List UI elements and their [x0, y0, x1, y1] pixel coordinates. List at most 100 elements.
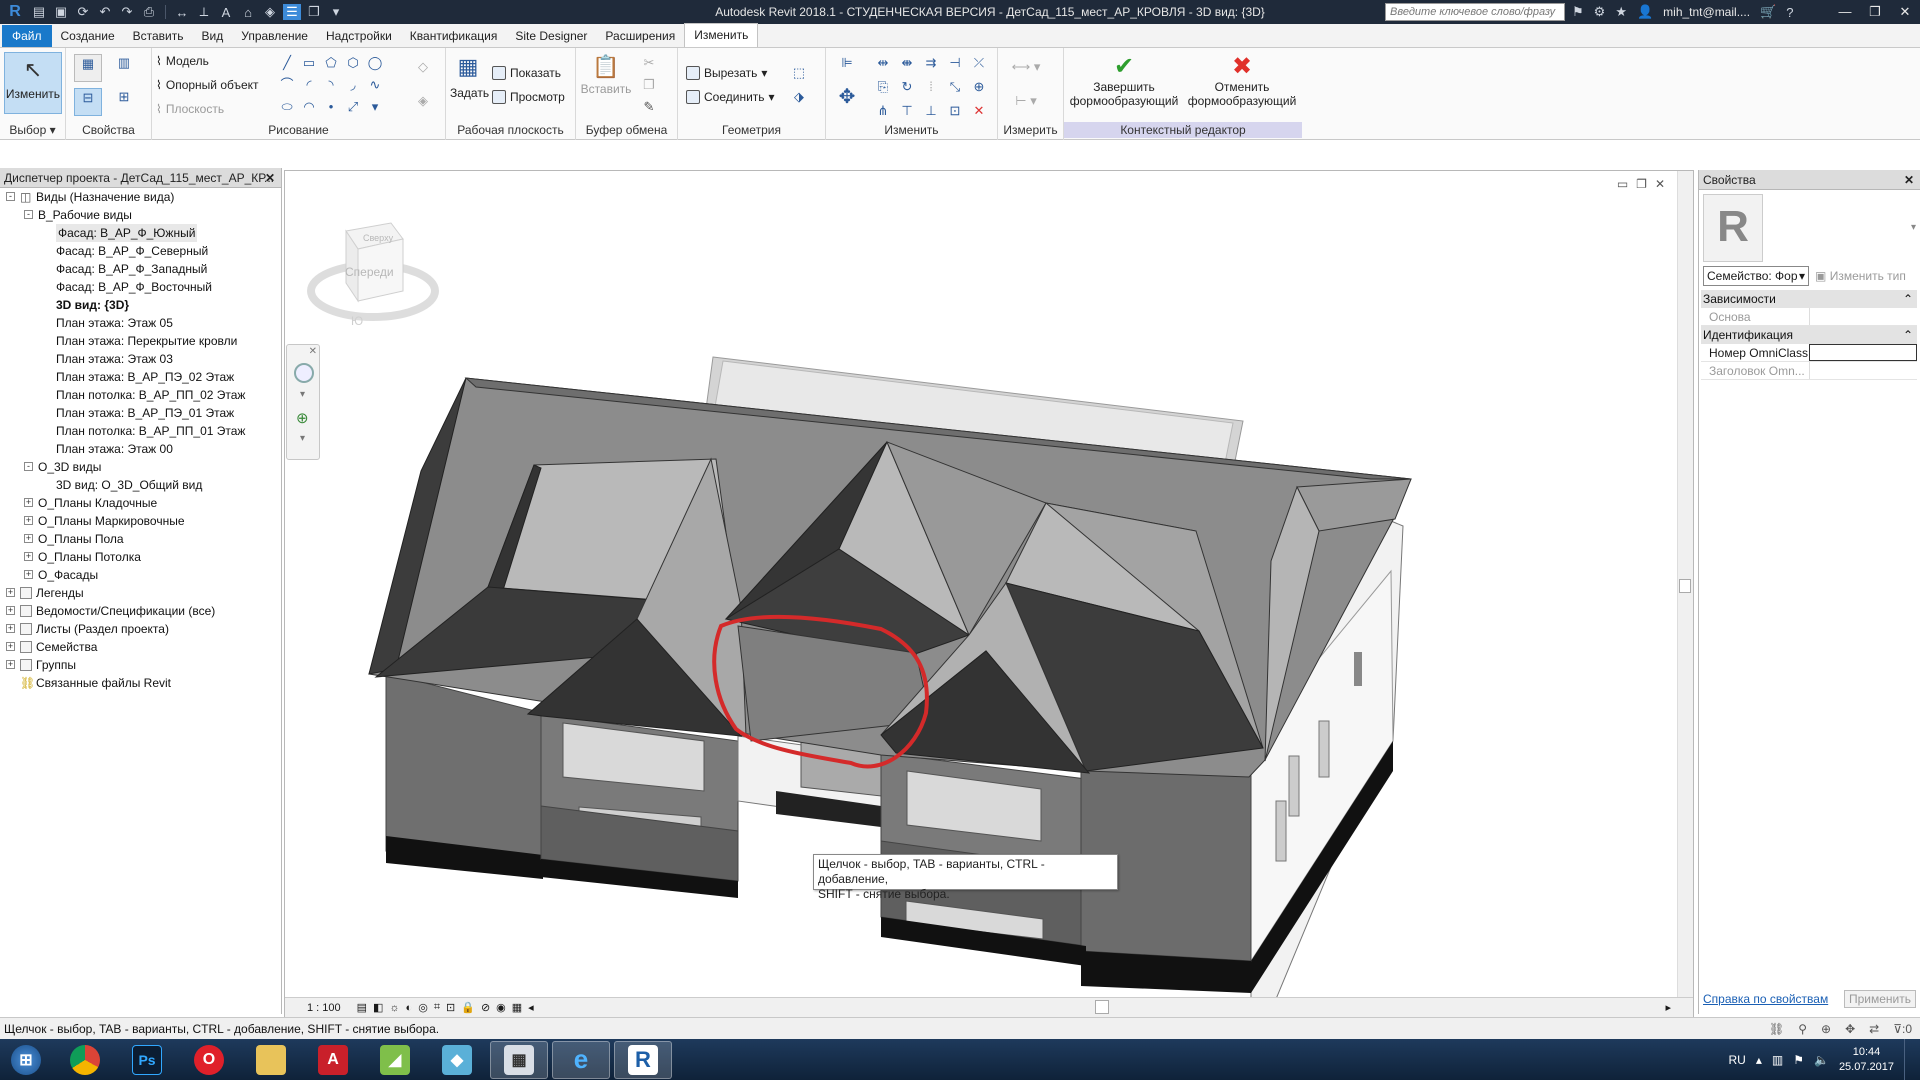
undo-icon[interactable]: ↶ [96, 4, 114, 20]
mirror-draw-icon[interactable]: ⇼ [898, 54, 916, 72]
collapse-icon[interactable]: - [24, 210, 33, 219]
collapse-icon[interactable]: - [24, 462, 33, 471]
properties-help-link[interactable]: Справка по свойствам [1703, 992, 1828, 1006]
redo-icon[interactable]: ↷ [118, 4, 136, 20]
tab-manage[interactable]: Управление [232, 25, 317, 47]
tree-node[interactable]: + О_Планы Пола [0, 530, 281, 548]
expand-icon[interactable]: + [6, 642, 15, 651]
tree-node[interactable]: + О_Планы Кладочные [0, 494, 281, 512]
section-constraints[interactable]: Зависимости ⌃ [1701, 290, 1917, 308]
tab-file[interactable]: Файл [2, 25, 52, 47]
partial-ellipse-icon[interactable]: ◠ [300, 98, 318, 116]
dimension-icon[interactable]: ⟂ [195, 4, 213, 20]
user-name[interactable]: mih_tnt@mail.... [1663, 5, 1750, 19]
clock[interactable]: 10:44 25.07.2017 [1839, 1045, 1894, 1075]
align-icon[interactable]: ⊫ [832, 54, 862, 82]
taskbar-ie[interactable]: e [552, 1040, 610, 1079]
unpin-icon[interactable]: ⊡ [946, 102, 964, 120]
dimension-tool-icon[interactable]: ⊢ ▾ [1006, 92, 1046, 110]
scroll-left-icon[interactable]: ◂ [528, 1001, 534, 1014]
cut-icon[interactable]: ✂ [640, 54, 658, 72]
model-line-tool[interactable]: ⌇ Модель [156, 54, 209, 68]
tree-node[interactable]: Фасад: В_АР_Ф_Западный [0, 260, 281, 278]
rectangle-icon[interactable]: ▭ [300, 54, 318, 72]
taskbar-navisworks[interactable]: ◆ [428, 1041, 486, 1079]
taskbar-explorer[interactable] [242, 1041, 300, 1079]
switch-windows-icon[interactable]: ❐ [305, 4, 323, 20]
line-icon[interactable]: ╱ [278, 54, 296, 72]
crop-icon[interactable]: ⌗ [434, 1001, 440, 1014]
point-icon[interactable]: • [322, 98, 340, 116]
ellipse-icon[interactable]: ⬭ [278, 98, 296, 116]
tree-node[interactable]: 3D вид: О_3D_Общий вид [0, 476, 281, 494]
cancel-mass-button[interactable]: ✖ Отменить формообразующий [1184, 54, 1300, 116]
reference-tool[interactable]: ⌇ Опорный объект [156, 78, 259, 92]
tree-node[interactable]: + Легенды [0, 584, 281, 602]
search-input[interactable]: Введите ключевое слово/фразу [1385, 3, 1565, 21]
tree-node[interactable]: + Листы (Раздел проекта) [0, 620, 281, 638]
paste-button[interactable]: 📋 Вставить [580, 54, 632, 116]
omniclass-input[interactable] [1809, 344, 1917, 361]
tree-node[interactable]: План этажа: В_АР_ПЭ_01 Этаж [0, 404, 281, 422]
arc-tangent-icon[interactable]: ◝ [322, 76, 340, 94]
select-dropdown[interactable]: Выбор ▾ [0, 122, 65, 138]
tree-node[interactable]: - В_Рабочие виды [0, 206, 281, 224]
copy-icon[interactable]: ❐ [640, 76, 658, 94]
favorites-icon[interactable]: ★ [1615, 4, 1627, 20]
section-icon[interactable]: ◈ [261, 4, 279, 20]
array-icon[interactable]: ⁞ [922, 78, 940, 96]
tab-quantification[interactable]: Квантификация [401, 25, 507, 47]
section-identity[interactable]: Идентификация ⌃ [1701, 326, 1917, 344]
split-element-icon[interactable]: ⋔ [874, 102, 892, 120]
sync-icon[interactable]: ⟳ [74, 4, 92, 20]
search-options-icon[interactable]: ⚑ [1572, 4, 1584, 20]
tree-node[interactable]: План потолка: В_АР_ПП_01 Этаж [0, 422, 281, 440]
tree-node[interactable]: План этажа: В_АР_ПЭ_02 Этаж [0, 368, 281, 386]
tree-node[interactable]: + О_Фасады [0, 566, 281, 584]
match-type-icon[interactable]: ✎ [640, 98, 658, 116]
taskbar-opera[interactable]: O [180, 1041, 238, 1079]
tab-view[interactable]: Вид [193, 25, 233, 47]
taskbar-revit[interactable]: R [614, 1040, 672, 1079]
spline-icon[interactable]: ∿ [366, 76, 384, 94]
tree-node[interactable]: + О_Планы Маркировочные [0, 512, 281, 530]
expand-icon[interactable]: + [6, 624, 15, 633]
taskbar-calculator[interactable]: ▦ [490, 1040, 548, 1079]
family-selector[interactable]: Семейство: Фор ▾ [1703, 266, 1809, 286]
plane-tool[interactable]: ⌇ Плоскость [156, 102, 224, 116]
reveal-hidden-icon[interactable]: ◉ [496, 1001, 506, 1014]
view-cube[interactable]: Сверху Спереди Ю [307, 222, 439, 328]
lock-view-icon[interactable]: 🔒 [461, 1001, 475, 1014]
network-icon[interactable]: ▥ [1772, 1053, 1783, 1067]
revit-logo-icon[interactable]: R [4, 3, 26, 20]
delete-element-icon[interactable]: ⤫ [970, 54, 988, 72]
pick-face-icon[interactable]: ▾ [366, 98, 384, 116]
taskbar-photoshop[interactable]: Ps [118, 1041, 176, 1079]
tray-arrow-icon[interactable]: ▴ [1756, 1053, 1762, 1067]
save-icon[interactable]: ▣ [52, 4, 70, 20]
expand-icon[interactable]: + [24, 516, 33, 525]
tree-node[interactable]: ⛓ Связанные файлы Revit [0, 674, 281, 692]
thin-lines-icon[interactable]: ☰ [283, 4, 301, 20]
property-value[interactable] [1809, 362, 1917, 379]
customize-icon[interactable]: ▾ [327, 4, 345, 20]
expand-icon[interactable]: + [24, 552, 33, 561]
family-types-icon[interactable]: ⊟ [74, 88, 102, 116]
rotate-icon[interactable]: ↻ [898, 78, 916, 96]
tree-node[interactable]: - ◫ Виды (Назначение вида) [0, 188, 281, 206]
expand-icon[interactable]: + [6, 588, 15, 597]
family-category-icon[interactable]: ⊞ [110, 88, 138, 116]
arc-center-icon[interactable]: ◜ [300, 76, 318, 94]
taskbar-autocad[interactable]: A [304, 1041, 362, 1079]
crop-region-icon[interactable]: ⊡ [446, 1001, 455, 1014]
expand-icon[interactable]: + [6, 660, 15, 669]
tab-modify[interactable]: Изменить [684, 23, 759, 47]
close-icon[interactable]: ✕ [309, 346, 317, 357]
scroll-right-icon[interactable]: ▸ [1665, 1001, 1671, 1014]
modify-button[interactable]: ↖ Изменить [4, 52, 62, 114]
circle-icon[interactable]: ◯ [366, 54, 384, 72]
tree-node[interactable]: План этажа: Перекрытие кровли [0, 332, 281, 350]
volume-icon[interactable]: 🔈 [1814, 1053, 1829, 1067]
move-icon[interactable]: ✥ [832, 87, 862, 116]
type-properties-icon[interactable]: ▥ [110, 54, 138, 82]
